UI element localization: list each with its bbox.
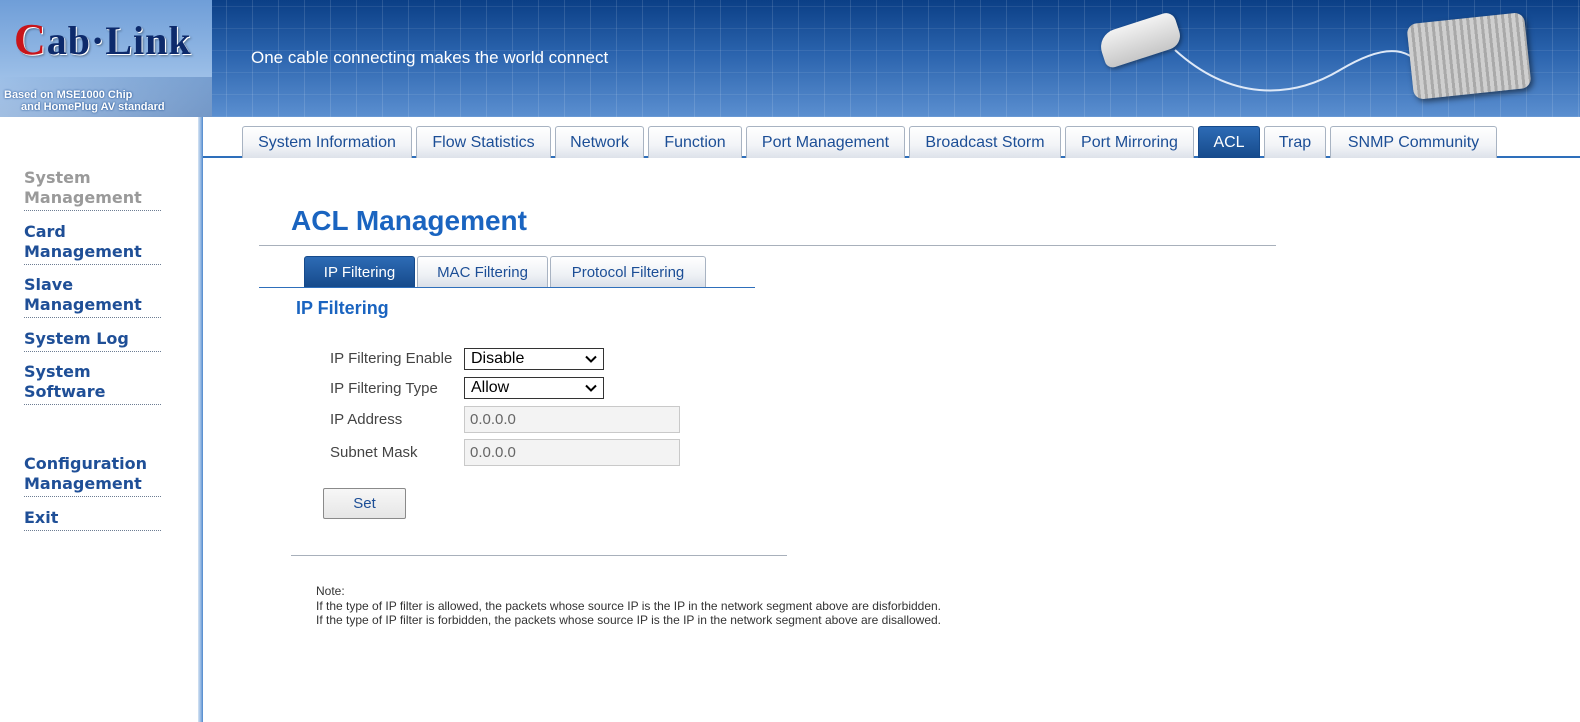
sidebar-item-system-software[interactable]: System Software (24, 362, 161, 405)
logo-text: ab·Link (46, 18, 192, 63)
tab-network[interactable]: Network (555, 126, 644, 158)
subtab-protocol-filtering[interactable]: Protocol Filtering (550, 256, 706, 287)
note-line-1: If the type of IP filter is allowed, the… (316, 598, 942, 613)
sidebar-item-label: System Log (24, 329, 129, 348)
subnet-mask-label: Subnet Mask (330, 444, 418, 461)
chip-line-1: Based on MSE1000 Chip (4, 89, 133, 101)
page-title: ACL Management (291, 205, 527, 236)
subtab-ip-filtering[interactable]: IP Filtering (304, 256, 415, 287)
sidebar-item-label: Management (24, 474, 142, 493)
sidebar-item-label: Management (24, 242, 142, 261)
form-divider (291, 555, 787, 556)
note-block: Note: If the type of IP filter is allowe… (316, 584, 941, 628)
set-button[interactable]: Set (323, 488, 406, 519)
note-line-2: If the type of IP filter is forbidden, t… (316, 613, 942, 627)
sidebar-item-label: Configuration (24, 454, 148, 473)
tab-function[interactable]: Function (648, 126, 742, 158)
cable-graphic (1174, 49, 1426, 92)
sidebar-item-label: Card (24, 222, 66, 241)
sidebar-item-label: System (24, 362, 91, 381)
chevron-down-icon (585, 355, 597, 363)
slogan: One cable connecting makes the world con… (251, 48, 609, 67)
outdoor-device-image (1406, 12, 1532, 100)
ip-filtering-type-value: Allow (471, 379, 510, 396)
sidebar-item-label: Exit (24, 508, 59, 527)
sidebar-item-label: Software (24, 382, 106, 401)
chip-info: Based on MSE1000 Chip and HomePlug AV st… (4, 89, 165, 113)
tab-trap[interactable]: Trap (1264, 126, 1326, 158)
ip-filtering-type-select[interactable]: Allow (464, 377, 604, 399)
title-divider (259, 245, 1276, 246)
tab-broadcast-storm[interactable]: Broadcast Storm (909, 126, 1061, 158)
sidebar-item-label: Management (24, 295, 142, 314)
ip-address-field[interactable]: 0.0.0.0 (464, 406, 680, 433)
chip-line-2: and HomePlug AV standard (21, 101, 165, 113)
ip-filtering-type-label: IP Filtering Type (330, 380, 438, 397)
ip-address-label: IP Address (330, 411, 403, 428)
sidebar-item-slave-management[interactable]: Slave Management (24, 275, 161, 318)
sidebar-item-exit[interactable]: Exit (24, 508, 161, 531)
ip-filtering-enable-value: Disable (471, 350, 525, 367)
section-title: IP Filtering (296, 298, 389, 318)
subtab-mac-filtering[interactable]: MAC Filtering (417, 256, 548, 287)
tab-port-mirroring[interactable]: Port Mirroring (1065, 126, 1194, 158)
sidebar-item-system-log[interactable]: System Log (24, 329, 161, 352)
tab-flow-statistics[interactable]: Flow Statistics (416, 126, 551, 158)
header-banner: Cab·Link Based on MSE1000 Chip and HomeP… (0, 0, 1580, 117)
tab-port-management[interactable]: Port Management (746, 126, 905, 158)
sidebar-item-system-management[interactable]: System Management (24, 168, 161, 211)
sidebar-item-label: System (24, 168, 91, 187)
sidebar-item-configuration-management[interactable]: Configuration Management (24, 454, 161, 497)
subnet-mask-field[interactable]: 0.0.0.0 (464, 439, 680, 466)
logo-c: C (14, 15, 47, 64)
note-heading: Note: (316, 584, 345, 598)
filter-subtab-bar: IP Filtering MAC Filtering Protocol Filt… (259, 256, 755, 288)
sidebar-item-label: Management (24, 188, 142, 207)
ip-filtering-enable-label: IP Filtering Enable (330, 350, 453, 367)
sidebar-item-card-management[interactable]: Card Management (24, 222, 161, 265)
tab-acl[interactable]: ACL (1198, 126, 1260, 158)
sidebar-item-label: Slave (24, 275, 74, 294)
ip-filtering-enable-select[interactable]: Disable (464, 348, 604, 370)
sidebar-divider (198, 117, 203, 722)
tab-snmp-community[interactable]: SNMP Community (1330, 126, 1497, 158)
chevron-down-icon (585, 384, 597, 392)
tab-system-information[interactable]: System Information (242, 126, 412, 158)
main-tab-bar: System Information Flow Statistics Netwo… (203, 117, 1580, 158)
logo: Cab·Link (14, 14, 192, 65)
